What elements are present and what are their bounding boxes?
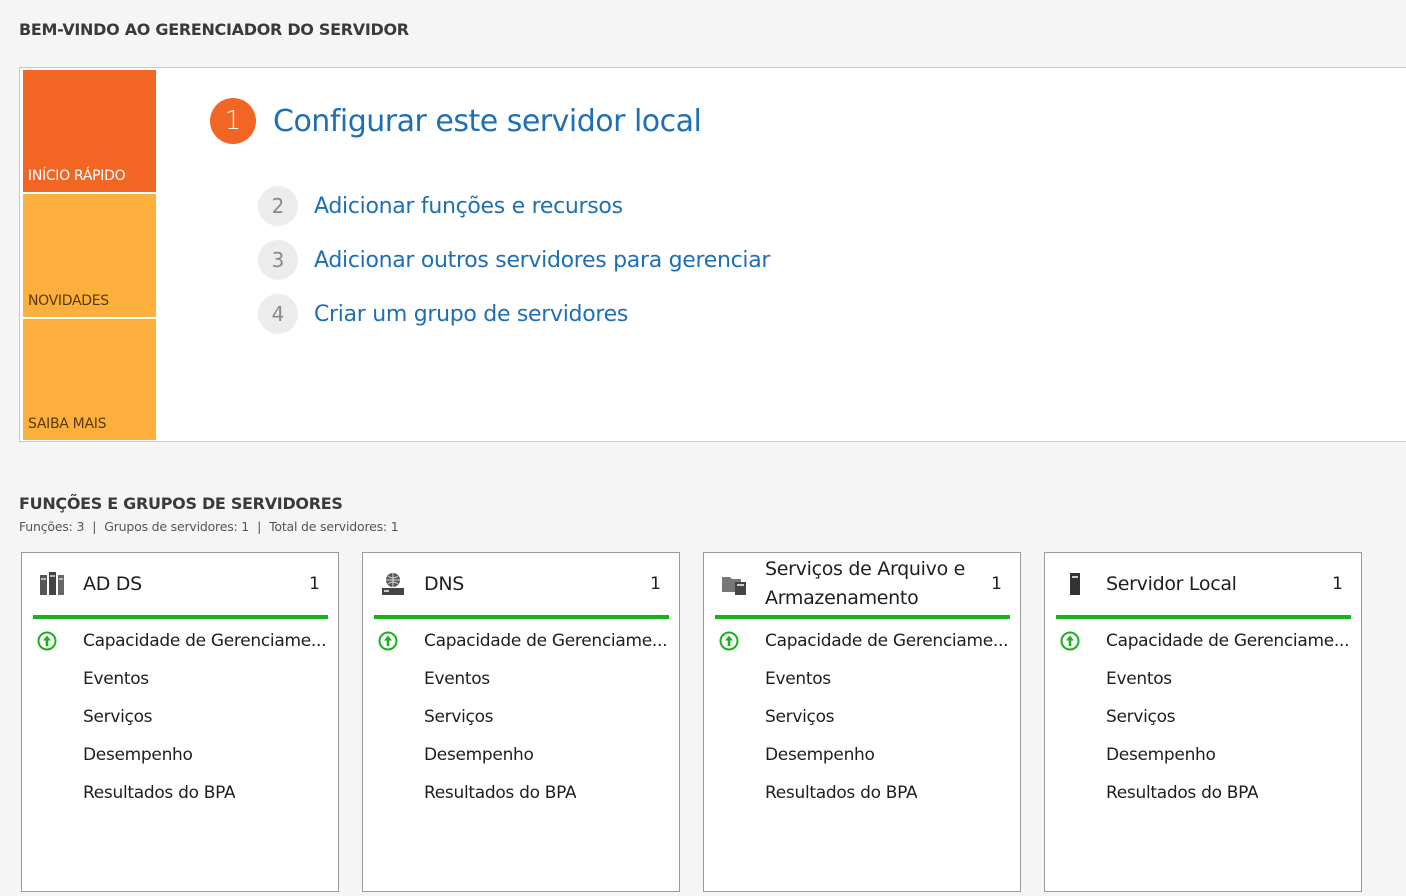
dns-icon xyxy=(380,571,406,597)
card-count: 1 xyxy=(650,574,661,594)
roles-section-title: FUNÇÕES E GRUPOS DE SERVIDORES xyxy=(19,494,343,513)
row-bpa-results[interactable]: Resultados do BPA xyxy=(22,774,338,812)
step-add-other-servers[interactable]: 3 Adicionar outros servidores para geren… xyxy=(258,240,770,280)
roles-count: Funções: 3 xyxy=(19,519,85,534)
role-card-dns[interactable]: DNS 1 Capacidade de Gerenciame... Evento… xyxy=(362,552,680,892)
row-performance[interactable]: Desempenho xyxy=(1045,736,1361,774)
step-link[interactable]: Configurar este servidor local xyxy=(273,104,702,139)
role-card-file-storage[interactable]: Serviços de Arquivo e Armazenamento 1 Ca… xyxy=(703,552,1021,892)
row-bpa-results[interactable]: Resultados do BPA xyxy=(704,774,1020,812)
row-manageability[interactable]: Capacidade de Gerenciame... xyxy=(363,622,679,660)
row-performance[interactable]: Desempenho xyxy=(363,736,679,774)
step-number-badge: 2 xyxy=(258,186,298,226)
row-bpa-results[interactable]: Resultados do BPA xyxy=(363,774,679,812)
row-services[interactable]: Serviços xyxy=(363,698,679,736)
card-count: 1 xyxy=(1332,574,1343,594)
card-count: 1 xyxy=(309,574,320,594)
role-card-ad-ds[interactable]: AD DS 1 Capacidade de Gerenciame... Even… xyxy=(21,552,339,892)
row-manageability[interactable]: Capacidade de Gerenciame... xyxy=(1045,622,1361,660)
tile-whats-new-label: NOVIDADES xyxy=(28,293,109,309)
step-link[interactable]: Adicionar outros servidores para gerenci… xyxy=(314,248,770,273)
card-title: Servidor Local xyxy=(1106,572,1237,595)
row-performance[interactable]: Desempenho xyxy=(704,736,1020,774)
row-bpa-results[interactable]: Resultados do BPA xyxy=(1045,774,1361,812)
row-events[interactable]: Eventos xyxy=(363,660,679,698)
row-manageability[interactable]: Capacidade de Gerenciame... xyxy=(704,622,1020,660)
step-configure-local-server[interactable]: 1 Configurar este servidor local xyxy=(210,98,702,144)
tile-quick-start[interactable]: INÍCIO RÁPIDO xyxy=(23,70,156,192)
step-number-badge: 4 xyxy=(258,294,298,334)
total-servers-count: Total de servidores: 1 xyxy=(269,519,399,534)
row-performance[interactable]: Desempenho xyxy=(22,736,338,774)
welcome-title: BEM-VINDO AO GERENCIADOR DO SERVIDOR xyxy=(19,20,409,39)
separator: | xyxy=(257,519,262,534)
step-create-server-group[interactable]: 4 Criar um grupo de servidores xyxy=(258,294,628,334)
row-events[interactable]: Eventos xyxy=(1045,660,1361,698)
card-header[interactable]: Serviços de Arquivo e Armazenamento 1 xyxy=(715,553,1010,619)
roles-summary: Funções: 3 | Grupos de servidores: 1 | Total… xyxy=(19,519,399,534)
row-services[interactable]: Serviços xyxy=(704,698,1020,736)
local-server-icon xyxy=(1062,571,1088,597)
groups-count: Grupos de servidores: 1 xyxy=(104,519,250,534)
file-storage-icon xyxy=(721,571,747,597)
row-services[interactable]: Serviços xyxy=(22,698,338,736)
status-ok-icon xyxy=(719,631,741,651)
role-card-local-server[interactable]: Servidor Local 1 Capacidade de Gerenciam… xyxy=(1044,552,1362,892)
card-title: Serviços de Arquivo e Armazenamento xyxy=(765,558,966,609)
tile-learn-more[interactable]: SAIBA MAIS xyxy=(23,319,156,440)
card-title: AD DS xyxy=(83,572,142,595)
row-manageability[interactable]: Capacidade de Gerenciame... xyxy=(22,622,338,660)
card-header[interactable]: AD DS 1 xyxy=(33,553,328,619)
card-header[interactable]: DNS 1 xyxy=(374,553,669,619)
step-number-badge: 3 xyxy=(258,240,298,280)
row-events[interactable]: Eventos xyxy=(704,660,1020,698)
ad-ds-icon xyxy=(39,571,65,597)
step-number-badge: 1 xyxy=(210,98,256,144)
welcome-panel: INÍCIO RÁPIDO NOVIDADES SAIBA MAIS 1 Con… xyxy=(19,67,1406,442)
row-services[interactable]: Serviços xyxy=(1045,698,1361,736)
tile-learn-more-label: SAIBA MAIS xyxy=(28,416,107,432)
card-header[interactable]: Servidor Local 1 xyxy=(1056,553,1351,619)
status-ok-icon xyxy=(1060,631,1082,651)
tile-whats-new[interactable]: NOVIDADES xyxy=(23,194,156,317)
step-link[interactable]: Criar um grupo de servidores xyxy=(314,302,628,327)
status-ok-icon xyxy=(37,631,59,651)
card-count: 1 xyxy=(991,574,1002,594)
tile-quick-start-label: INÍCIO RÁPIDO xyxy=(28,168,126,184)
step-link[interactable]: Adicionar funções e recursos xyxy=(314,194,623,219)
row-events[interactable]: Eventos xyxy=(22,660,338,698)
separator: | xyxy=(92,519,97,534)
step-add-roles-features[interactable]: 2 Adicionar funções e recursos xyxy=(258,186,623,226)
status-ok-icon xyxy=(378,631,400,651)
card-title: DNS xyxy=(424,572,465,595)
